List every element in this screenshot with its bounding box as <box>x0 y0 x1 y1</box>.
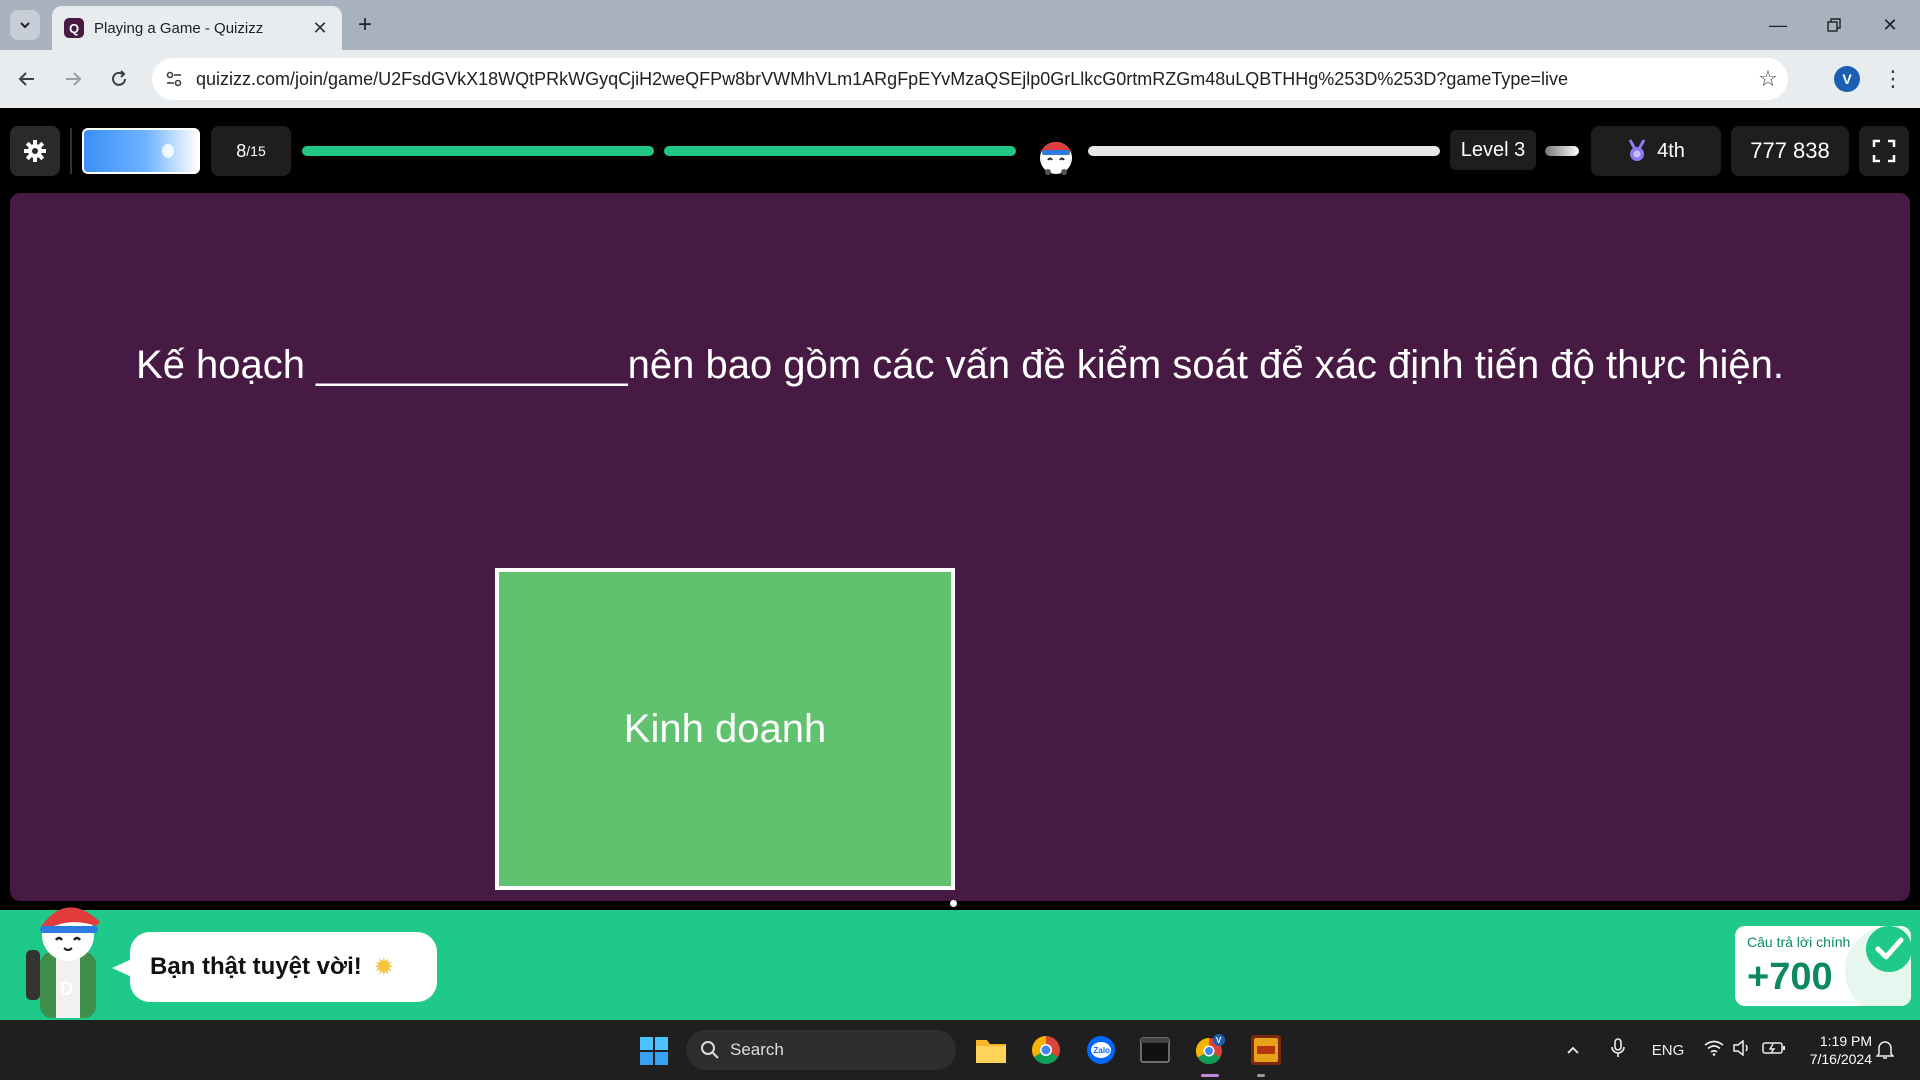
active-app-indicator <box>1201 1074 1219 1077</box>
new-tab-button[interactable]: + <box>352 11 378 38</box>
mascot-character-icon: D <box>26 907 100 1018</box>
scroll-indicator-dot <box>950 900 957 907</box>
quizizz-favicon-icon: Q <box>64 18 84 38</box>
search-icon <box>701 1041 719 1059</box>
restore-icon <box>1827 18 1841 32</box>
file-explorer-icon[interactable] <box>973 1032 1009 1068</box>
minimize-button[interactable]: — <box>1758 12 1798 38</box>
browser-toolbar: quizizz.com/join/game/U2FsdGVkX18WQtPRkW… <box>0 50 1920 108</box>
answer-option[interactable]: Kinh doanh <box>495 568 955 890</box>
divider <box>70 128 72 174</box>
rank-badge: 4th <box>1591 126 1721 176</box>
microphone-icon[interactable] <box>1598 1038 1638 1062</box>
points-card-label: Câu trả lời chính <box>1747 934 1851 950</box>
question-text: Kế hoạch ______________nên bao gồm các v… <box>136 343 1784 387</box>
windows-start-icon[interactable] <box>639 1036 669 1066</box>
tab-close-icon[interactable]: ✕ <box>310 18 330 39</box>
close-window-button[interactable]: ✕ <box>1870 12 1910 38</box>
svg-text:V: V <box>1216 1036 1222 1045</box>
browser-tab-active[interactable]: Q Playing a Game - Quizizz ✕ <box>52 6 342 50</box>
forward-arrow-icon <box>66 72 82 86</box>
level-progress-bar <box>1545 146 1579 156</box>
medal-icon <box>1628 139 1646 161</box>
taskbar-search[interactable]: Search <box>686 1030 956 1070</box>
progress-segment-1 <box>302 146 654 156</box>
notification-button[interactable] <box>1876 1020 1894 1080</box>
wifi-icon[interactable] <box>1704 1040 1724 1060</box>
reload-button[interactable] <box>104 64 134 94</box>
fullscreen-icon <box>1872 139 1896 163</box>
svg-text:D: D <box>60 979 73 999</box>
feedback-message: Bạn thật tuyệt vời! <box>150 953 362 980</box>
score-display: 777 838 <box>1731 126 1849 176</box>
chevron-down-icon <box>20 22 30 29</box>
points-earned: +700 <box>1747 956 1833 998</box>
restore-button[interactable] <box>1814 12 1854 38</box>
terminal-icon[interactable] <box>1137 1032 1173 1068</box>
speech-bubble: Bạn thật tuyệt vời! ✹ <box>130 932 437 1002</box>
player-mascot-icon <box>1040 142 1072 175</box>
volume-icon[interactable] <box>1732 1039 1752 1060</box>
address-bar[interactable]: quizizz.com/join/game/U2FsdGVkX18WQtPRkW… <box>152 58 1788 100</box>
tab-title: Playing a Game - Quizizz <box>94 19 264 37</box>
feedback-bar: D Bạn thật tuyệt vời! ✹ Câu trả lời chín… <box>0 907 1920 1020</box>
system-tray: ENG <box>1560 1020 1786 1080</box>
bell-icon <box>1876 1041 1894 1059</box>
language-indicator[interactable]: ENG <box>1648 1042 1688 1059</box>
show-hidden-icons-icon[interactable] <box>1560 1042 1586 1059</box>
browser-menu-icon[interactable]: ⋮ <box>1880 64 1906 94</box>
site-info-icon[interactable] <box>162 67 186 91</box>
windows-taskbar: Search Zalo V ENG 1:19 PM 7/16/2024 <box>0 1020 1920 1080</box>
rank-text: 4th <box>1657 139 1685 162</box>
question-current: 8 <box>236 140 247 161</box>
forward-button[interactable] <box>58 64 88 94</box>
reload-icon <box>112 70 126 86</box>
answer-text: Kinh doanh <box>623 706 827 751</box>
taskbar-clock[interactable]: 1:19 PM 7/16/2024 <box>1792 1032 1872 1068</box>
gear-icon <box>24 140 46 162</box>
fullscreen-button[interactable] <box>1859 126 1909 176</box>
question-panel: Kế hoạch ______________nên bao gồm các v… <box>10 193 1910 907</box>
svg-text:Zalo: Zalo <box>1094 1046 1111 1055</box>
game-icon[interactable] <box>1248 1032 1284 1068</box>
back-button[interactable] <box>12 64 42 94</box>
running-app-indicator <box>1257 1074 1265 1077</box>
search-label: Search <box>730 1040 784 1059</box>
clock-date: 7/16/2024 <box>1809 1051 1872 1067</box>
game-top-bar: 8/15 Level 3 4th 777 838 <box>0 108 1920 192</box>
level-badge: Level 3 <box>1450 130 1536 170</box>
question-counter: 8/15 <box>211 126 291 176</box>
clock-time: 1:19 PM <box>1819 1033 1872 1049</box>
zalo-icon[interactable]: Zalo <box>1083 1032 1119 1068</box>
settings-button[interactable] <box>10 126 60 176</box>
powerup-meter[interactable] <box>82 128 200 174</box>
correct-check-icon <box>1866 926 1912 972</box>
tab-search-button[interactable] <box>10 10 40 40</box>
url-text: quizizz.com/join/game/U2FsdGVkX18WQtPRkW… <box>196 68 1568 89</box>
battery-icon[interactable] <box>1762 1041 1786 1059</box>
browser-tab-bar: Q Playing a Game - Quizizz ✕ + — ✕ <box>0 0 1920 50</box>
powerup-indicator <box>162 144 174 158</box>
question-total: /15 <box>246 143 266 159</box>
progress-segment-3 <box>1088 146 1440 156</box>
bookmark-star-icon[interactable]: ☆ <box>1748 66 1788 92</box>
sun-icon: ✹ <box>373 953 394 981</box>
profile-avatar[interactable]: V <box>1834 66 1860 92</box>
chrome-profile-icon[interactable]: V <box>1192 1032 1228 1068</box>
back-arrow-icon <box>18 72 34 86</box>
progress-segment-2 <box>664 146 1016 156</box>
chrome-icon[interactable] <box>1028 1032 1064 1068</box>
